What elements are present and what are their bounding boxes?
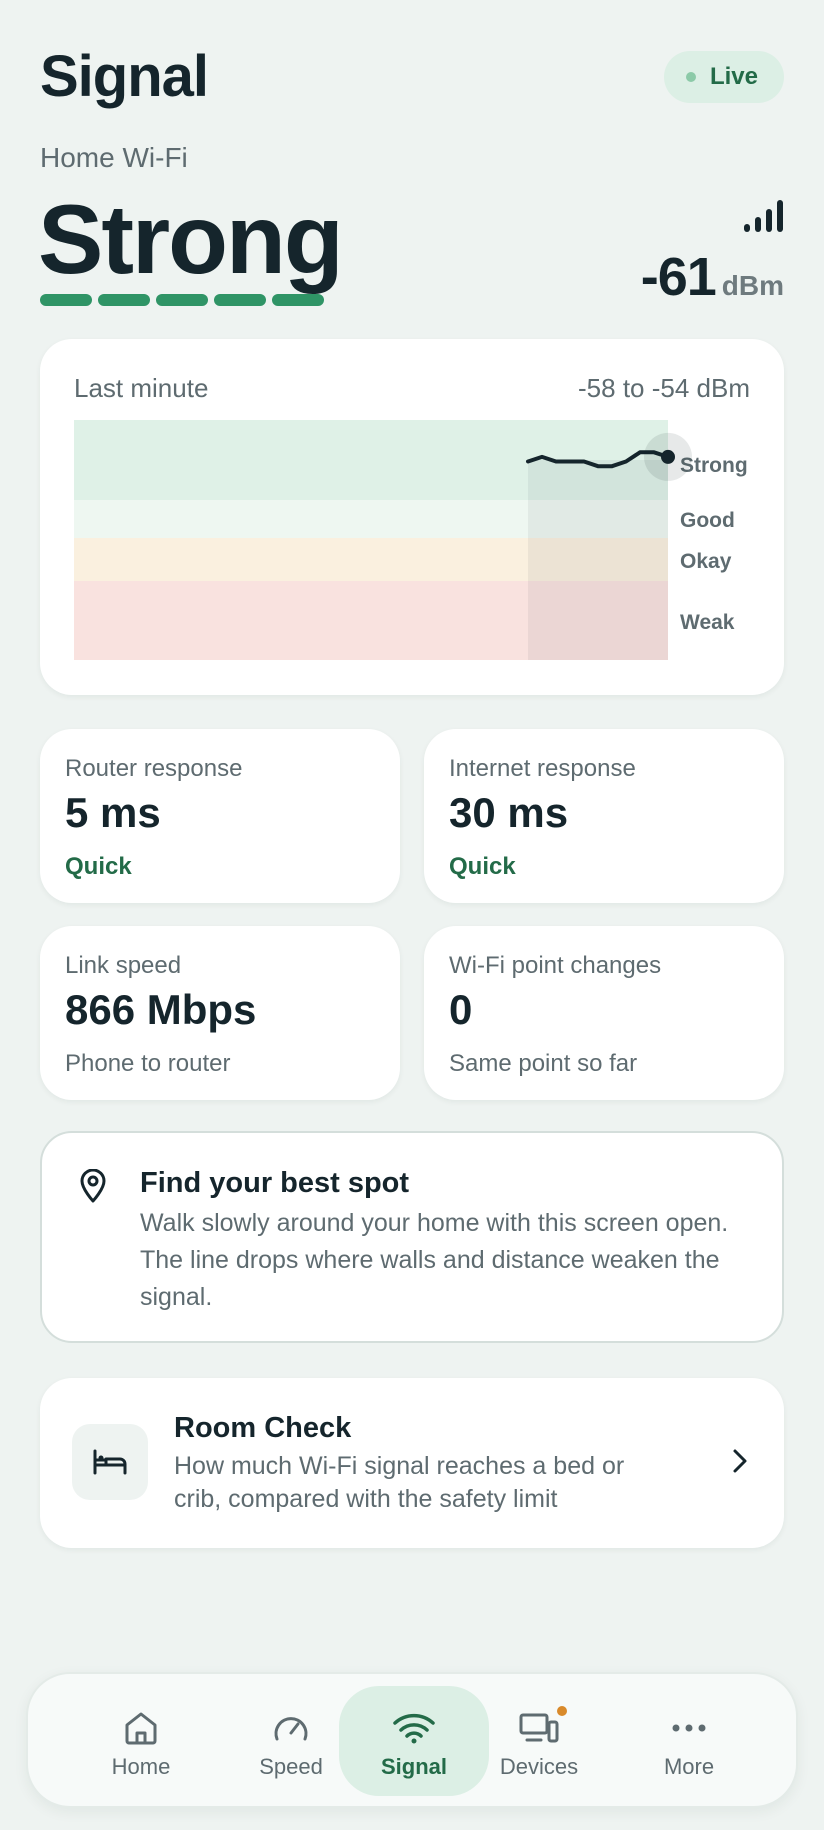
chart-band-label: Good <box>680 509 735 532</box>
chevron-right-icon <box>733 1449 747 1473</box>
live-badge: Live <box>663 51 784 103</box>
level-bar <box>214 294 266 306</box>
level-bar <box>272 294 324 306</box>
nav-item-devices[interactable]: Devices <box>464 1686 614 1796</box>
metric-label: Wi-Fi point changes <box>449 952 662 979</box>
metric-value: 0 <box>449 986 473 1033</box>
level-bar <box>156 294 208 306</box>
nav-label: Home <box>111 1754 171 1779</box>
metric-card-link-speed: Link speed 866 Mbps Phone to router <box>40 926 400 1100</box>
nav-label: Speed <box>259 1754 323 1779</box>
tip-title: Find your best spot <box>140 1167 410 1199</box>
metric-value: 866 Mbps <box>65 986 257 1033</box>
nav-label: Signal <box>380 1754 447 1779</box>
chart-band-label: Okay <box>680 550 732 573</box>
metric-card-point-changes: Wi-Fi point changes 0 Same point so far <box>424 926 784 1100</box>
nav-label: More <box>663 1754 715 1779</box>
metric-note: Phone to router <box>65 1050 231 1077</box>
metric-card-internet: Internet response 30 ms Quick <box>424 729 784 903</box>
signal-strength-label: Strong <box>38 184 344 294</box>
devices-icon <box>519 1713 559 1743</box>
dbm-readout: -61 dBm <box>641 246 784 308</box>
home-icon <box>125 1712 157 1745</box>
nav-item-more[interactable]: More <box>614 1686 764 1796</box>
metric-note: Same point so far <box>449 1050 638 1077</box>
signal-chart: StrongGoodOkayWeak <box>74 420 748 660</box>
best-spot-tip: Find your best spot Walk slowly around y… <box>40 1131 784 1343</box>
bottom-nav: Home Speed Signal Devices More <box>26 1672 798 1808</box>
signal-bars-icon <box>744 200 783 232</box>
speedometer-icon <box>274 1717 308 1741</box>
chart-recorded-area <box>528 460 668 660</box>
metric-label: Internet response <box>449 755 636 782</box>
signal-chart-card: Last minute -58 to -54 dBm Strong Good Oka… <box>40 339 784 695</box>
location-pin-icon <box>80 1169 106 1203</box>
nav-item-home[interactable]: Home <box>66 1686 216 1796</box>
notification-badge <box>557 1706 567 1716</box>
room-check-title: Room Check <box>174 1412 352 1444</box>
more-icon <box>672 1724 706 1732</box>
tip-text: Walk slowly around your home with this s… <box>140 1209 729 1311</box>
network-name: Home Wi-Fi <box>40 142 188 173</box>
metric-status: Quick <box>449 853 516 880</box>
room-check-description: How much Wi-Fi signal reaches a bed or c… <box>174 1452 625 1513</box>
nav-label: Devices <box>499 1754 579 1779</box>
metric-label: Link speed <box>65 952 182 979</box>
room-check-card[interactable]: Room Check How much Wi-Fi signal reaches… <box>40 1378 784 1548</box>
metric-value: 30 ms <box>449 789 569 836</box>
live-dot-icon <box>685 72 696 82</box>
level-bar <box>40 294 92 306</box>
level-bar <box>98 294 150 306</box>
chart-current-point <box>661 449 675 464</box>
wifi-icon <box>393 1713 435 1744</box>
metric-status: Quick <box>65 853 132 880</box>
bed-icon-tile <box>72 1424 148 1500</box>
chart-band-label: Weak <box>680 611 735 634</box>
metric-label: Router response <box>65 755 243 782</box>
metric-card-router: Router response 5 ms Quick <box>40 729 400 903</box>
dbm-unit: dBm <box>721 270 784 301</box>
metric-value: 5 ms <box>65 789 161 836</box>
bed-icon <box>93 1449 127 1475</box>
strength-level-bars <box>40 294 324 306</box>
dbm-value: -61 <box>640 247 717 307</box>
live-label: Live <box>709 63 758 90</box>
header: Signal Live <box>40 44 784 110</box>
